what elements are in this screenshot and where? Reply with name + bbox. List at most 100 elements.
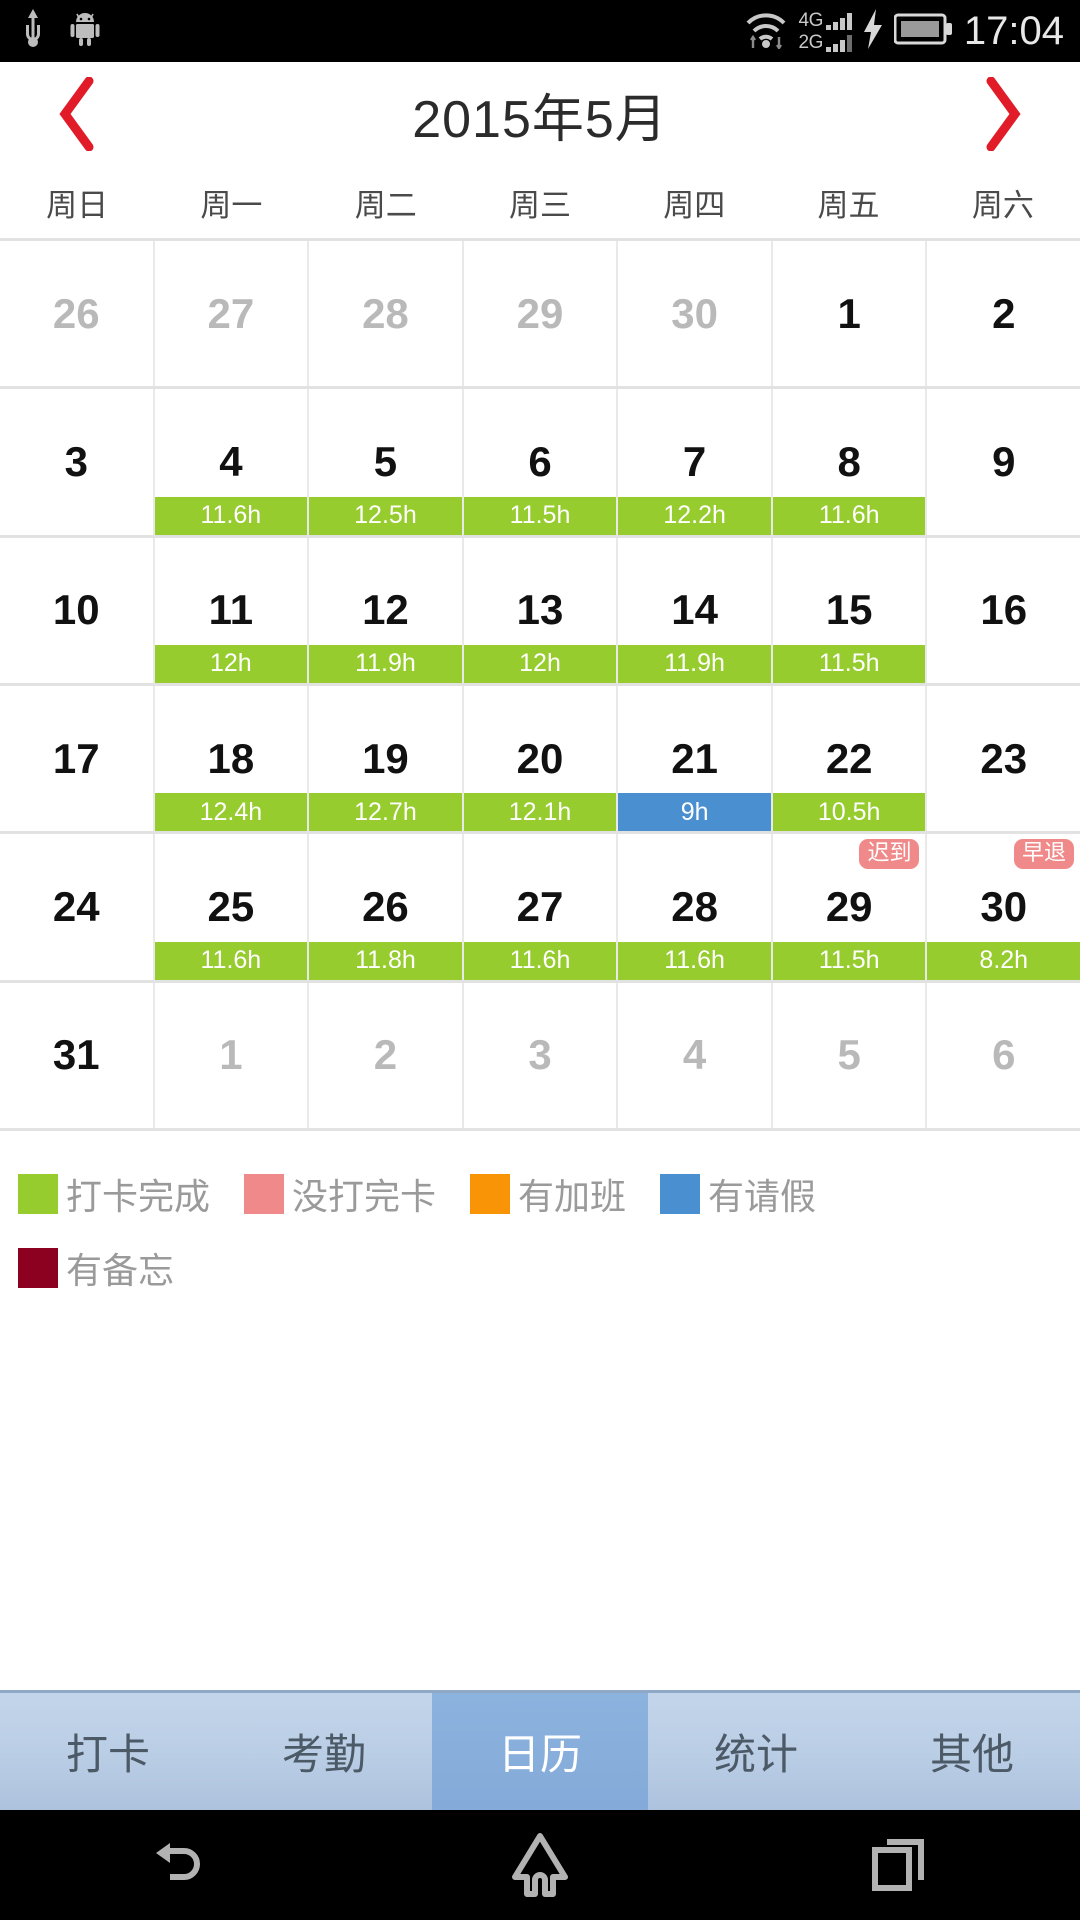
calendar-day-cell[interactable]: 30 8.2h 早退 xyxy=(927,834,1080,980)
calendar-week-row: 24 25 11.6h 26 11.8h 27 11.6h 28 11.6h 29 11.5h 迟到 3… xyxy=(0,834,1080,983)
legend-label-overtime: 有加班 xyxy=(518,1176,627,1217)
calendar-day-cell[interactable]: 29 xyxy=(463,241,619,387)
calendar-day-cell[interactable]: 21 9h xyxy=(618,685,773,832)
tab-3[interactable]: 统计 xyxy=(648,1693,864,1810)
calendar-day-cell[interactable]: 27 xyxy=(154,241,310,387)
calendar-day-cell[interactable]: 6 xyxy=(927,982,1080,1128)
calendar-day-cell[interactable]: 30 xyxy=(618,241,773,387)
calendar-day-cell[interactable]: 11 12h xyxy=(154,537,310,683)
day-number: 1 xyxy=(219,1031,243,1079)
legend-item-incomplete: 没打完卡 xyxy=(244,1168,436,1220)
legend-item-overtime: 有加班 xyxy=(470,1168,626,1220)
calendar-day-cell[interactable]: 28 xyxy=(309,241,464,387)
calendar-day-cell[interactable]: 1 xyxy=(154,982,310,1128)
work-hours-bar: 11.6h xyxy=(772,496,926,535)
legend-swatch-overtime xyxy=(470,1174,511,1214)
day-number: 27 xyxy=(516,882,564,930)
status-badge: 早退 xyxy=(1014,839,1075,870)
calendar-day-cell[interactable]: 19 12.7h xyxy=(309,685,464,832)
legend-swatch-complete xyxy=(18,1174,58,1214)
day-number: 6 xyxy=(528,437,552,485)
work-hours-bar: 11.6h xyxy=(154,941,308,980)
day-number: 28 xyxy=(671,882,718,930)
calendar-day-cell[interactable]: 2 xyxy=(309,982,464,1128)
calendar-day-cell[interactable]: 2 xyxy=(927,241,1080,387)
calendar-day-cell[interactable]: 31 xyxy=(0,982,155,1128)
calendar-day-cell[interactable]: 17 xyxy=(0,685,155,832)
legend-row-2: 有备忘 xyxy=(18,1231,1062,1305)
work-hours-bar: 11.5h xyxy=(772,644,926,683)
day-number: 17 xyxy=(52,734,100,782)
calendar-day-cell[interactable]: 3 xyxy=(0,389,155,535)
tab-2[interactable]: 日历 xyxy=(432,1693,648,1810)
work-hours-bar: 11.9h xyxy=(618,644,771,683)
work-hours-bar: 12.4h xyxy=(154,793,308,832)
day-number: 1 xyxy=(837,289,861,337)
calendar-day-cell[interactable]: 27 11.6h xyxy=(463,834,619,980)
calendar-day-cell[interactable]: 23 xyxy=(927,685,1080,832)
calendar-day-cell[interactable]: 20 12.1h xyxy=(463,685,619,832)
calendar-day-cell[interactable]: 4 xyxy=(618,982,773,1128)
day-number: 25 xyxy=(207,882,255,930)
android-status-bar: 4G 2G 17:04 xyxy=(0,0,1080,62)
legend-label-incomplete: 没打完卡 xyxy=(292,1176,437,1217)
tab-4[interactable]: 其他 xyxy=(864,1693,1080,1810)
calendar-week-row: 3 4 11.6h 5 12.5h 6 11.5h 7 12.2h 8 11.6h 9 xyxy=(0,389,1080,538)
calendar-day-cell[interactable]: 8 11.6h xyxy=(772,389,928,535)
day-number: 29 xyxy=(516,289,564,337)
calendar-week-row: 10 11 12h 12 11.9h 13 12h 14 11.9h 15 11.5h 16 xyxy=(0,537,1080,686)
calendar-day-cell[interactable]: 4 11.6h xyxy=(154,389,310,535)
work-hours-bar: 12.7h xyxy=(309,793,462,832)
network-label-2g: 2G xyxy=(798,31,824,53)
tab-0[interactable]: 打卡 xyxy=(0,1693,216,1810)
calendar-day-cell[interactable]: 5 xyxy=(772,982,928,1128)
calendar-day-cell[interactable]: 13 12h xyxy=(463,537,619,683)
calendar-day-cell[interactable]: 18 12.4h xyxy=(154,685,310,832)
calendar-day-cell[interactable]: 25 11.6h xyxy=(154,834,310,980)
calendar-day-cell[interactable]: 26 11.8h xyxy=(309,834,464,980)
calendar-day-cell[interactable]: 12 11.9h xyxy=(309,537,464,683)
legend-item-memo: 有备忘 xyxy=(18,1242,174,1294)
bottom-tab-bar: 打卡 考勤 日历 统计 其他 xyxy=(0,1690,1080,1810)
calendar-day-cell[interactable]: 9 xyxy=(927,389,1080,535)
day-number: 19 xyxy=(362,734,409,782)
work-hours-bar: 12.1h xyxy=(463,793,617,832)
prev-month-button[interactable] xyxy=(44,77,114,151)
day-number: 6 xyxy=(992,1031,1016,1079)
calendar-day-cell[interactable]: 24 xyxy=(0,834,155,980)
day-number: 18 xyxy=(207,734,255,782)
calendar-day-cell[interactable]: 29 11.5h 迟到 xyxy=(772,834,928,980)
calendar-day-cell[interactable]: 6 11.5h xyxy=(463,389,619,535)
work-hours-bar: 10.5h xyxy=(772,793,926,832)
day-number: 22 xyxy=(825,734,873,782)
calendar-day-cell[interactable]: 3 xyxy=(463,982,619,1128)
day-number: 8 xyxy=(837,437,861,485)
legend-swatch-leave xyxy=(660,1174,701,1214)
day-number: 16 xyxy=(980,586,1028,634)
work-hours-bar: 8.2h xyxy=(927,941,1080,980)
recents-icon[interactable] xyxy=(720,1836,1080,1894)
weekday-fri: 周五 xyxy=(817,187,880,223)
legend-swatch-incomplete xyxy=(244,1174,285,1214)
calendar-day-cell[interactable]: 15 11.5h xyxy=(772,537,928,683)
calendar-day-cell[interactable]: 10 xyxy=(0,537,155,683)
day-number: 15 xyxy=(825,586,873,634)
day-number: 3 xyxy=(528,1031,552,1079)
calendar-day-cell[interactable]: 1 xyxy=(772,241,928,387)
next-month-button[interactable] xyxy=(966,77,1036,151)
day-number: 10 xyxy=(52,586,100,634)
signal-icon: 4G 2G xyxy=(799,11,852,52)
day-number: 4 xyxy=(682,1031,707,1079)
calendar-day-cell[interactable]: 16 xyxy=(927,537,1080,683)
back-icon[interactable] xyxy=(0,1837,360,1893)
calendar-day-cell[interactable]: 22 10.5h xyxy=(772,685,928,832)
status-bar-clock: 17:04 xyxy=(963,8,1064,53)
tab-1[interactable]: 考勤 xyxy=(216,1693,432,1810)
battery-icon xyxy=(893,12,954,51)
calendar-day-cell[interactable]: 7 12.2h xyxy=(618,389,773,535)
calendar-day-cell[interactable]: 14 11.9h xyxy=(618,537,773,683)
home-icon[interactable] xyxy=(360,1833,720,1897)
calendar-day-cell[interactable]: 5 12.5h xyxy=(309,389,464,535)
calendar-day-cell[interactable]: 28 11.6h xyxy=(618,834,773,980)
calendar-day-cell[interactable]: 26 xyxy=(0,241,155,387)
